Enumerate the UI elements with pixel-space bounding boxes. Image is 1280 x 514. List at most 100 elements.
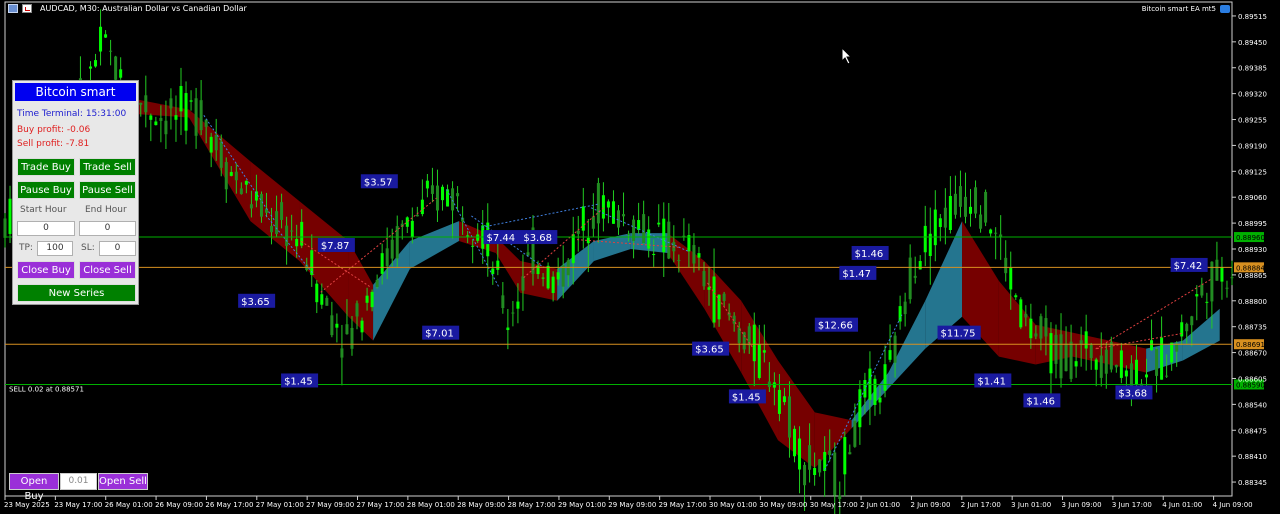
sell-profit: Sell profit: -7.81 — [17, 139, 90, 149]
candle-body — [772, 382, 776, 388]
candle-body — [657, 222, 661, 225]
pause-buy-button[interactable]: Pause Buy — [17, 181, 75, 199]
candle-body — [229, 172, 233, 176]
candle-body — [1150, 340, 1154, 351]
close-sell-button[interactable]: Close Sell — [79, 261, 136, 279]
price-level-tag-text: 0.88691 — [1236, 341, 1265, 349]
candle-body — [521, 276, 525, 291]
candle-body — [1024, 313, 1028, 318]
candle-body — [662, 218, 666, 253]
candle-body — [652, 253, 656, 256]
price-level-tag-text: 0.88960 — [1236, 234, 1265, 242]
chart-window-icon — [8, 4, 18, 13]
sl-input[interactable]: 0 — [99, 241, 136, 256]
candle-body — [843, 437, 847, 475]
candle-body — [1190, 316, 1194, 326]
candle-body — [330, 315, 334, 336]
candle-body — [702, 271, 706, 287]
trade-sell-button[interactable]: Trade Sell — [79, 158, 136, 176]
candle-body — [742, 332, 746, 350]
time-tick-label: 26 May 17:00 — [205, 501, 253, 509]
candle-body — [1145, 374, 1149, 378]
candle-body — [209, 136, 213, 153]
candle-body — [762, 350, 766, 353]
price-tick-label: 0.88540 — [1238, 401, 1267, 409]
close-buy-button[interactable]: Close Buy — [17, 261, 75, 279]
candle-body — [420, 199, 424, 215]
time-tick-label: 4 Jun 09:00 — [1213, 501, 1253, 509]
candle-body — [184, 93, 188, 131]
ea-icon[interactable] — [1220, 5, 1230, 13]
mouse-cursor-icon — [841, 47, 853, 65]
candle-body — [757, 344, 761, 379]
candle-body — [888, 350, 892, 360]
candle-body — [697, 253, 701, 258]
profit-label: $12.66 — [818, 321, 853, 332]
candle-body — [984, 191, 988, 223]
candle-body — [1124, 370, 1128, 377]
candle-body — [969, 206, 973, 214]
candle-body — [496, 260, 500, 270]
end-hour-input[interactable]: 0 — [79, 221, 136, 236]
candle-body — [476, 234, 480, 241]
profit-label: $1.46 — [855, 249, 884, 260]
time-tick-label: 23 May 17:00 — [54, 501, 102, 509]
time-tick-label: 28 May 09:00 — [457, 501, 505, 509]
new-series-button[interactable]: New Series — [17, 284, 136, 302]
price-chart[interactable]: 0.889600.888840.886910.88590SELL 0.02 at… — [0, 0, 1280, 514]
candle-body — [878, 397, 882, 403]
trade-buy-button[interactable]: Trade Buy — [17, 158, 75, 176]
candle-body — [808, 445, 812, 470]
candle-body — [1044, 318, 1048, 337]
start-hour-label: Start Hour — [20, 205, 67, 215]
candle-body — [923, 225, 927, 253]
candle-body — [340, 348, 344, 358]
candle-body — [370, 291, 374, 308]
time-tick-label: 26 May 09:00 — [155, 501, 203, 509]
tp-input[interactable]: 100 — [37, 241, 73, 256]
pause-sell-button[interactable]: Pause Sell — [79, 181, 136, 199]
candle-body — [793, 428, 797, 457]
candle-body — [943, 207, 947, 228]
cloud-segment — [495, 237, 521, 293]
candle-body — [365, 295, 369, 303]
candle-body — [1195, 294, 1199, 297]
candle-body — [1114, 364, 1118, 368]
sl-label: SL: — [81, 243, 95, 253]
candle-body — [787, 396, 791, 438]
candle-body — [1200, 284, 1204, 296]
candle-body — [963, 196, 967, 217]
candle-body — [104, 34, 108, 38]
candle-body — [717, 294, 721, 320]
candle-body — [1175, 344, 1179, 352]
profit-label: $1.47 — [842, 269, 871, 280]
cloud-segment — [1182, 308, 1220, 361]
price-tick-label: 0.88410 — [1238, 453, 1267, 461]
candle-body — [974, 187, 978, 214]
candle-body — [466, 235, 470, 237]
price-tick-label: 0.89255 — [1238, 117, 1267, 125]
profit-label: $7.01 — [425, 329, 454, 340]
time-tick-label: 30 May 01:00 — [709, 501, 757, 509]
candle-body — [149, 115, 153, 120]
candle-body — [813, 467, 817, 476]
open-sell-button[interactable]: Open Sell — [98, 473, 148, 490]
time-tick-label: 29 May 09:00 — [608, 501, 656, 509]
candle-body — [1099, 355, 1103, 378]
candle-body — [863, 380, 867, 398]
candle-body — [239, 188, 243, 195]
start-hour-input[interactable]: 0 — [17, 221, 75, 236]
candle-body — [1225, 287, 1229, 289]
open-buy-button[interactable]: Open Buy — [9, 473, 59, 502]
candle-body — [1084, 331, 1088, 349]
candle-body — [179, 86, 183, 112]
candle-body — [259, 194, 263, 217]
candle-body — [159, 118, 163, 121]
candle-body — [1009, 267, 1013, 290]
candle-body — [109, 50, 113, 52]
candle-body — [647, 229, 651, 249]
candle-body — [249, 204, 253, 209]
candle-body — [1004, 257, 1008, 274]
candle-body — [1215, 259, 1219, 281]
lot-size-input[interactable]: 0.01 — [60, 473, 97, 490]
